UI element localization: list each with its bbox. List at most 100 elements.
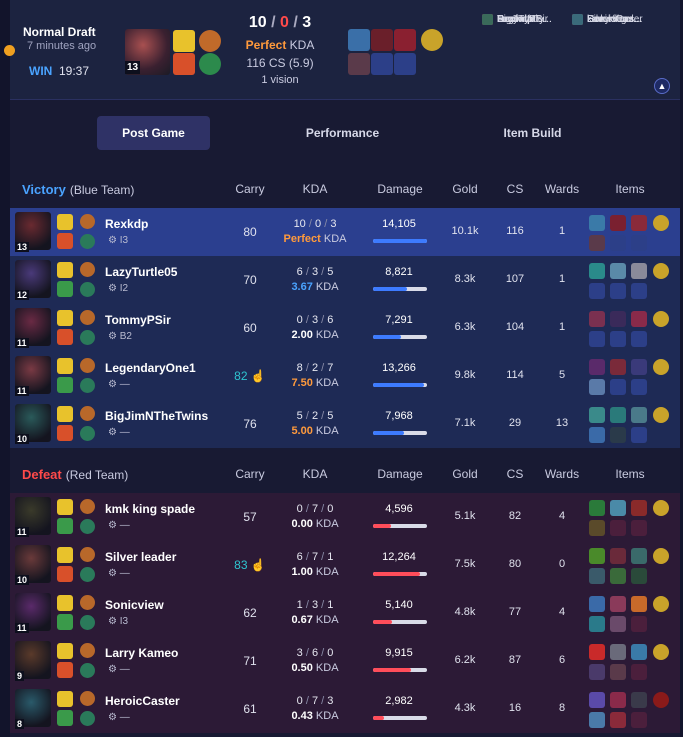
player-row[interactable]: 10 BigJimNTheTwins ⚙ — 76 5 / 2 / 5 5.00… — [10, 400, 680, 448]
champion-avatar[interactable]: 13 — [15, 212, 51, 252]
item-icon[interactable] — [631, 692, 647, 708]
trinket-icon[interactable] — [653, 500, 669, 516]
item-icon[interactable] — [610, 407, 626, 423]
collapse-chevron-up-icon[interactable]: ▲ — [654, 78, 670, 94]
player-row[interactable]: 13 Rexkdp ⚙ I3 80 10 / 0 / 3 Perfect KDA… — [10, 208, 680, 256]
item-icon[interactable] — [631, 548, 647, 564]
item-icon[interactable] — [589, 616, 605, 632]
item-icon[interactable] — [610, 644, 626, 660]
item-icon[interactable] — [589, 235, 605, 251]
item-icon[interactable] — [610, 692, 626, 708]
item-icon[interactable] — [631, 644, 647, 660]
participant-name[interactable]: HeroicCas... — [587, 14, 642, 25]
rank-text: I3 — [119, 616, 129, 627]
champion-avatar[interactable]: 11 — [15, 497, 51, 537]
item-icon[interactable] — [631, 596, 647, 612]
champion-avatar[interactable]: 10 — [15, 545, 51, 585]
player-name[interactable]: kmk king spade — [105, 502, 195, 516]
champion-avatar[interactable]: 8 — [15, 689, 51, 729]
player-name[interactable]: Rexkdp — [105, 217, 148, 231]
item-icon[interactable] — [610, 359, 626, 375]
item-icon[interactable] — [610, 712, 626, 728]
item-icon[interactable] — [610, 263, 626, 279]
item-icon[interactable] — [589, 311, 605, 327]
item-icon[interactable] — [589, 644, 605, 660]
player-row[interactable]: 9 Larry Kameo ⚙ — 71 3 / 6 / 0 0.50 KDA … — [10, 637, 680, 685]
player-name[interactable]: LazyTurtle05 — [105, 265, 177, 279]
item-icon[interactable] — [631, 215, 647, 231]
player-name[interactable]: LegendaryOne1 — [105, 361, 196, 375]
trinket-icon[interactable] — [653, 407, 669, 423]
item-icon[interactable] — [589, 359, 605, 375]
kda-value: 0.00 — [291, 518, 313, 530]
player-row[interactable]: 11 TommyPSir ⚙ B2 60 0 / 3 / 6 2.00 KDA … — [10, 304, 680, 352]
trinket-icon[interactable] — [653, 263, 669, 279]
item-icon[interactable] — [589, 712, 605, 728]
participant-name[interactable]: BigJimNT... — [497, 14, 548, 25]
item-icon[interactable] — [589, 548, 605, 564]
gold-value: 9.8k — [454, 369, 476, 381]
tab-post-game[interactable]: Post Game — [97, 116, 210, 150]
item-icon[interactable] — [610, 427, 626, 443]
trinket-icon[interactable] — [653, 548, 669, 564]
item-icon[interactable] — [589, 500, 605, 516]
player-row[interactable]: 8 HeroicCaster ⚙ — 61 0 / 7 / 3 0.43 KDA… — [10, 685, 680, 733]
item-icon[interactable] — [631, 359, 647, 375]
champion-avatar[interactable]: 9 — [15, 641, 51, 681]
carry-value: 62 — [243, 606, 257, 620]
player-name[interactable]: Larry Kameo — [105, 646, 178, 660]
player-name[interactable]: Silver leader — [105, 550, 176, 564]
item-icon[interactable] — [589, 215, 605, 231]
champion-avatar[interactable]: 12 — [15, 260, 51, 300]
item-icon[interactable] — [610, 664, 626, 680]
item-icon[interactable] — [589, 568, 605, 584]
cs-value: 114 — [506, 369, 524, 381]
item-icon[interactable] — [631, 568, 647, 584]
item-icon[interactable] — [631, 407, 647, 423]
item-icon[interactable] — [610, 568, 626, 584]
item-icon[interactable] — [589, 596, 605, 612]
item-icon[interactable] — [610, 596, 626, 612]
item-icon[interactable] — [589, 379, 605, 395]
item-icon[interactable] — [631, 311, 647, 327]
champion-avatar[interactable]: 10 — [15, 404, 51, 444]
item-icon[interactable] — [589, 263, 605, 279]
player-name[interactable]: BigJimNTheTwins — [105, 409, 208, 423]
champion-avatar[interactable]: 11 — [15, 593, 51, 633]
item-icon[interactable] — [610, 616, 626, 632]
cs-value: 104 — [505, 321, 525, 333]
red-team-header: Defeat (Red Team) Carry KDA Damage Gold C… — [10, 458, 680, 492]
item-icon[interactable] — [610, 215, 626, 231]
item-icon[interactable] — [631, 263, 647, 279]
trinket-icon[interactable] — [653, 311, 669, 327]
item-icon[interactable] — [589, 692, 605, 708]
item-icon[interactable] — [589, 664, 605, 680]
champion-avatar[interactable]: 11 — [15, 308, 51, 348]
trinket-icon[interactable] — [653, 596, 669, 612]
player-row[interactable]: 12 LazyTurtle05 ⚙ I2 70 6 / 3 / 5 3.67 K… — [10, 256, 680, 304]
keystone-rune-icon — [80, 406, 95, 421]
damage-value: 5,140 — [385, 599, 413, 611]
item-icon[interactable] — [589, 427, 605, 443]
tab-item-build[interactable]: Item Build — [480, 116, 585, 150]
trinket-icon[interactable] — [653, 359, 669, 375]
player-name[interactable]: TommyPSir — [105, 313, 171, 327]
item-icon[interactable] — [610, 500, 626, 516]
item-icon[interactable] — [631, 500, 647, 516]
item-icon[interactable] — [589, 520, 605, 536]
item-icon[interactable] — [589, 407, 605, 423]
item-icon[interactable] — [610, 548, 626, 564]
player-row[interactable]: 11 kmk king spade ⚙ — 57 0 / 7 / 0 0.00 … — [10, 493, 680, 541]
item-icon[interactable] — [610, 311, 626, 327]
tab-performance[interactable]: Performance — [285, 116, 400, 150]
trinket-icon[interactable] — [653, 215, 669, 231]
player-name[interactable]: HeroicCaster — [105, 694, 180, 708]
player-row[interactable]: 11 LegendaryOne1 ⚙ — 82 ☝ 8 / 2 / 7 7.50… — [10, 352, 680, 400]
player-row[interactable]: 10 Silver leader ⚙ — 83 ☝ 6 / 7 / 1 1.00… — [10, 541, 680, 589]
player-name[interactable]: Sonicview — [105, 598, 164, 612]
trinket-icon[interactable] — [653, 692, 669, 708]
player-row[interactable]: 11 Sonicview ⚙ I3 62 1 / 3 / 1 0.67 KDA … — [10, 589, 680, 637]
champion-level: 10 — [15, 575, 30, 585]
trinket-icon[interactable] — [653, 644, 669, 660]
champion-avatar[interactable]: 11 — [15, 356, 51, 396]
